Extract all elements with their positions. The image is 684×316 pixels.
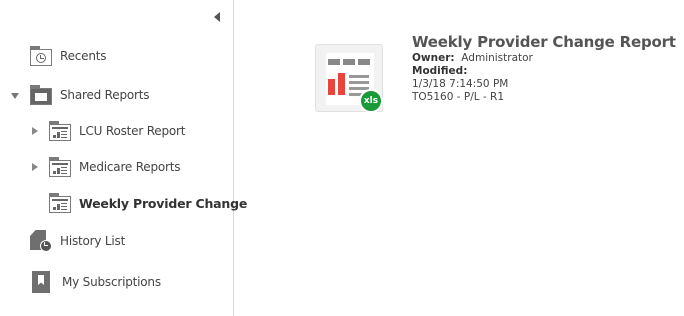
sidebar-item-weekly-provider-change[interactable]: Weekly Provider Change — [49, 193, 247, 213]
report-folder-icon — [49, 121, 71, 141]
report-folder-icon — [49, 157, 71, 177]
expand-medicare-reports-icon[interactable] — [32, 163, 38, 171]
sidebar-item-label: Weekly Provider Change — [79, 195, 248, 211]
sidebar-item-shared-reports[interactable]: Shared Reports — [30, 85, 149, 105]
xls-badge-icon: xls — [359, 89, 383, 113]
report-thumbnail[interactable]: xls — [315, 44, 383, 113]
modified-value: 1/3/18 7:14:50 PM — [412, 78, 509, 90]
bookmark-icon — [32, 271, 50, 293]
modified-row: Modified: — [412, 65, 467, 78]
sidebar-item-label: My Subscriptions — [62, 275, 161, 289]
sidebar-item-medicare-reports[interactable]: Medicare Reports — [49, 157, 181, 177]
shared-folder-icon — [30, 85, 52, 105]
collapse-sidebar-icon[interactable] — [214, 12, 220, 22]
sidebar-item-label: Recents — [60, 49, 107, 63]
sidebar-item-label: Shared Reports — [60, 88, 150, 102]
expand-lcu-roster-icon[interactable] — [32, 127, 38, 135]
sidebar-item-label: LCU Roster Report — [79, 124, 186, 138]
report-folder-icon — [49, 193, 71, 213]
sidebar-item-recents[interactable]: Recents — [30, 46, 107, 66]
modified-label: Modified: — [412, 65, 468, 77]
report-title[interactable]: Weekly Provider Change Report — [412, 33, 676, 51]
collapse-shared-reports-icon[interactable] — [11, 93, 19, 99]
sidebar-item-label: Medicare Reports — [79, 160, 181, 174]
history-icon — [30, 230, 52, 252]
report-code: TO5160 - P/L - R1 — [412, 91, 505, 103]
owner-label: Owner: — [412, 52, 455, 64]
sidebar: Recents Shared Reports LCU Roster Report… — [0, 0, 247, 316]
sidebar-item-my-subscriptions[interactable]: My Subscriptions — [32, 271, 161, 293]
sidebar-item-history-list[interactable]: History List — [30, 230, 125, 252]
sidebar-item-label: History List — [60, 234, 126, 248]
owner-value: Administrator — [461, 52, 533, 64]
sidebar-item-lcu-roster-report[interactable]: LCU Roster Report — [49, 121, 185, 141]
owner-row: Owner: Administrator — [412, 52, 533, 65]
recents-folder-icon — [30, 46, 52, 66]
